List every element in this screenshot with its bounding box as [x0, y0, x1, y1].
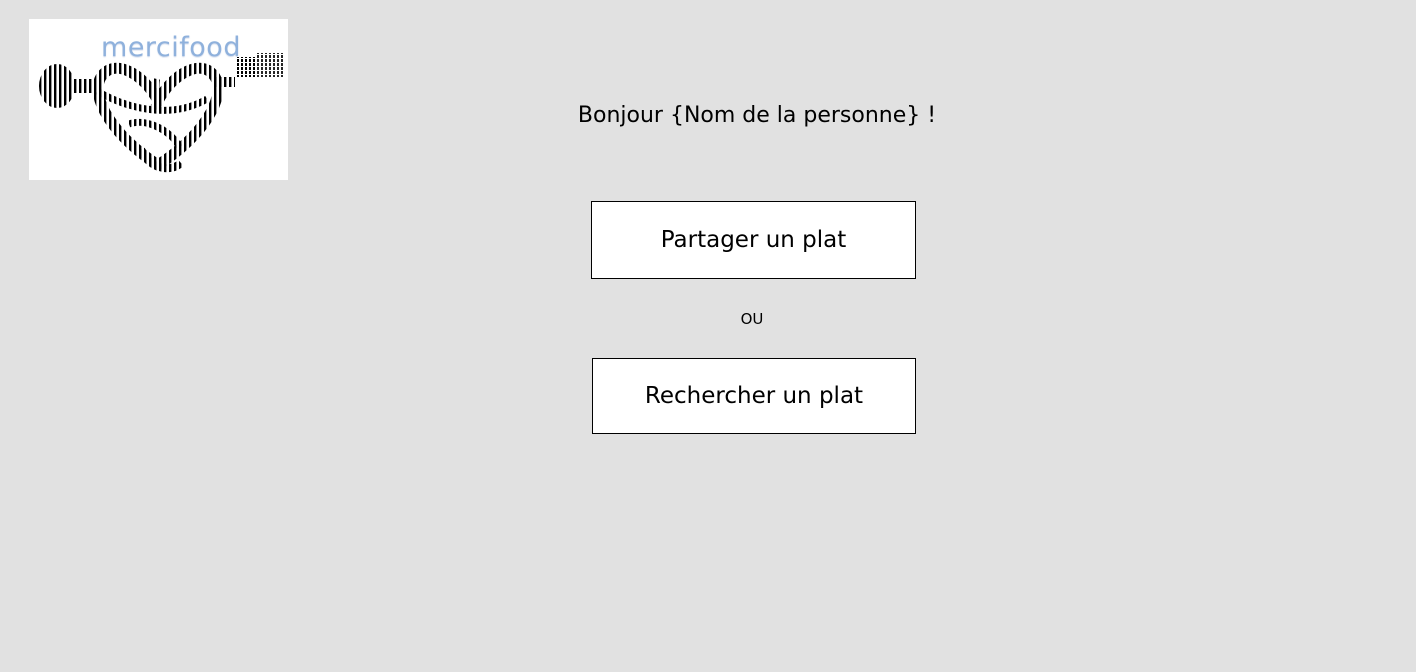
- share-dish-button[interactable]: Partager un plat: [591, 201, 916, 279]
- logo-wordmark: mercifood: [101, 32, 241, 63]
- greeting-text: Bonjour {Nom de la personne} !: [577, 103, 937, 128]
- home-screen: mercifood Bonjour {Nom de la personne} !…: [0, 0, 1416, 672]
- mercifood-logo: mercifood: [29, 19, 288, 180]
- or-separator: OU: [740, 310, 764, 328]
- search-dish-button[interactable]: Rechercher un plat: [592, 358, 916, 434]
- search-dish-label: Rechercher un plat: [644, 383, 864, 409]
- share-dish-label: Partager un plat: [660, 227, 847, 253]
- spoon-handle-shape: [73, 79, 95, 93]
- fork-handle-shape: [215, 77, 235, 87]
- spoon-head-shape: [39, 64, 75, 108]
